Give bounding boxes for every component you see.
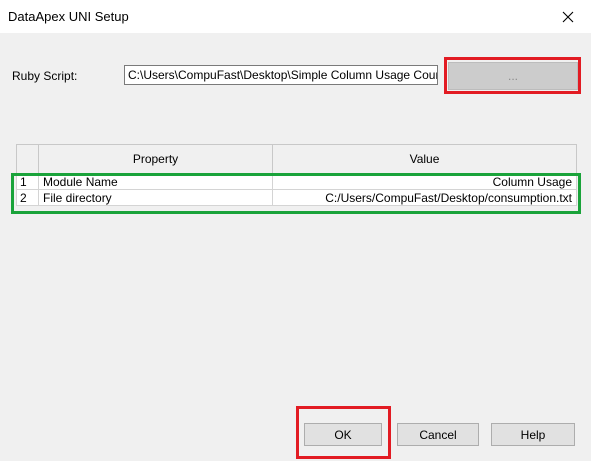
row-index: 2 xyxy=(16,189,39,206)
value-cell[interactable]: C:/Users/CompuFast/Desktop/consumption.t… xyxy=(272,189,577,206)
browse-button[interactable]: ... xyxy=(448,62,578,90)
value-cell[interactable]: Column Usage xyxy=(272,173,577,190)
close-button[interactable] xyxy=(545,0,591,33)
setup-dialog: DataApex UNI Setup Ruby Script: C:\Users… xyxy=(0,0,591,461)
column-header-value[interactable]: Value xyxy=(272,144,577,174)
grid-header-corner xyxy=(16,144,39,174)
ruby-script-path-field[interactable]: C:\Users\CompuFast\Desktop\Simple Column… xyxy=(124,65,438,85)
ruby-script-label: Ruby Script: xyxy=(12,69,78,83)
row-index: 1 xyxy=(16,173,39,190)
property-cell[interactable]: Module Name xyxy=(38,173,273,190)
ok-button[interactable]: OK xyxy=(304,423,382,446)
title-bar: DataApex UNI Setup xyxy=(0,0,591,33)
property-grid: Property Value 1 Module Name Column Usag… xyxy=(16,144,577,206)
window-title: DataApex UNI Setup xyxy=(8,9,129,24)
cancel-button[interactable]: Cancel xyxy=(397,423,479,446)
table-row[interactable]: 1 Module Name Column Usage xyxy=(16,173,577,190)
grid-header-row: Property Value xyxy=(16,144,577,174)
close-icon xyxy=(562,11,574,22)
property-cell[interactable]: File directory xyxy=(38,189,273,206)
help-button[interactable]: Help xyxy=(491,423,575,446)
table-row[interactable]: 2 File directory C:/Users/CompuFast/Desk… xyxy=(16,189,577,206)
column-header-property[interactable]: Property xyxy=(38,144,273,174)
